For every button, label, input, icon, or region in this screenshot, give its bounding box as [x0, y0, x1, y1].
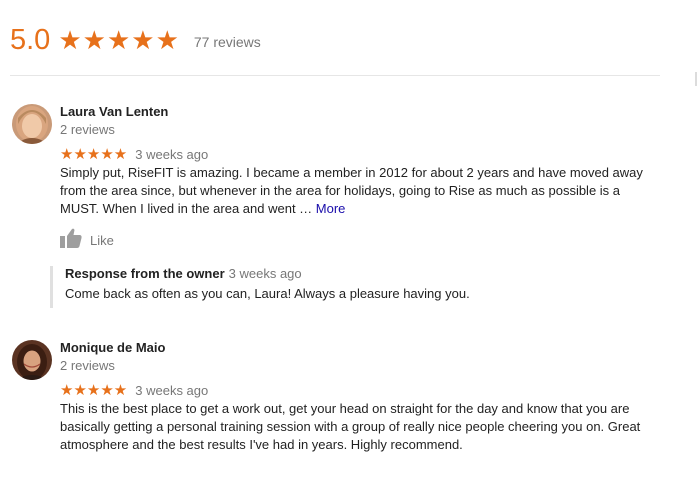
review-card: Laura Van Lenten 2 reviews ★★★★★ 3 weeks… [12, 104, 652, 314]
review-stars: ★★★★★ [60, 146, 128, 163]
reviews-count-link[interactable]: 77 reviews [194, 34, 261, 50]
review-rating: ★★★★★ 3 weeks ago [60, 145, 208, 163]
overall-rating: 5.0 [10, 23, 51, 56]
owner-response-title: Response from the owner [65, 266, 225, 281]
thumbs-up-icon [60, 228, 82, 253]
rating-summary: 5.0 ★★★★★ 77 reviews [10, 20, 261, 60]
review-body: Simply put, RiseFIT is amazing. I became… [60, 165, 643, 216]
owner-response-text: Come back as often as you can, Laura! Al… [65, 286, 470, 301]
owner-response-time: 3 weeks ago [228, 266, 302, 281]
like-button[interactable]: Like [60, 228, 114, 253]
overall-stars: ★★★★★ [58, 24, 180, 55]
review-card: Monique de Maio 2 reviews ★★★★★ 3 weeks … [12, 340, 652, 460]
divider [10, 75, 660, 76]
avatar[interactable] [12, 104, 52, 144]
like-label: Like [90, 233, 114, 248]
avatar[interactable] [12, 340, 52, 380]
review-time: 3 weeks ago [135, 382, 209, 398]
review-stars: ★★★★★ [60, 382, 128, 399]
reviewer-name[interactable]: Laura Van Lenten [60, 104, 168, 119]
review-time: 3 weeks ago [135, 146, 209, 162]
reviewer-name[interactable]: Monique de Maio [60, 340, 165, 355]
review-text: Simply put, RiseFIT is amazing. I became… [60, 164, 650, 218]
reviewer-reviews-count[interactable]: 2 reviews [60, 122, 115, 137]
review-text: This is the best place to get a work out… [60, 401, 641, 452]
reviewer-reviews-count[interactable]: 2 reviews [60, 358, 115, 373]
review-rating: ★★★★★ 3 weeks ago [60, 381, 208, 399]
owner-response: Response from the owner 3 weeks ago Come … [50, 266, 625, 308]
more-link[interactable]: More [316, 201, 346, 216]
